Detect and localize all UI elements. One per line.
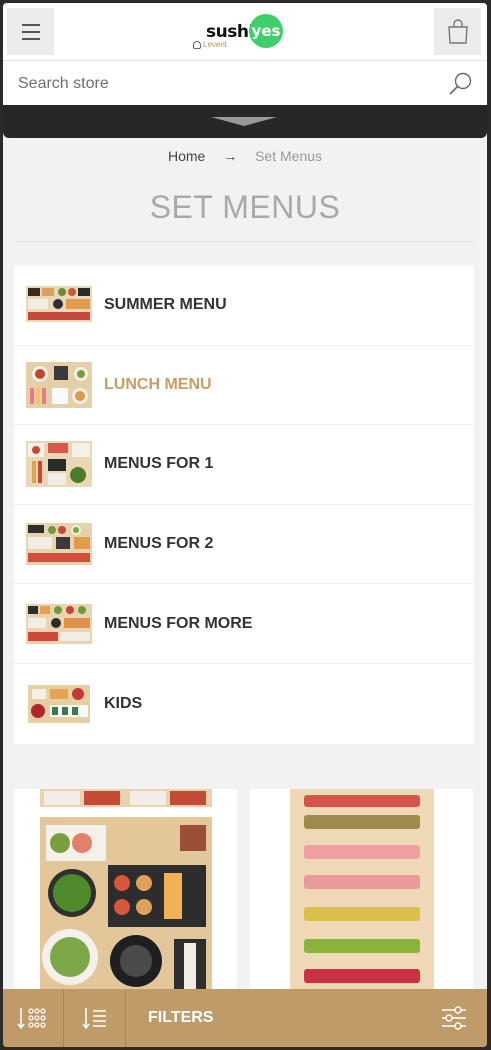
category-item-menus-for-1[interactable]: MENUS FOR 1 (14, 425, 474, 505)
logo[interactable]: sushi yes Levent (193, 14, 293, 52)
product-image (14, 789, 237, 1009)
sort-grid-icon (17, 1008, 46, 1030)
search-bar (3, 60, 487, 106)
category-item-menus-for-more[interactable]: MENUS FOR MORE (14, 584, 474, 664)
category-item-lunch-menu[interactable]: LUNCH MENU (14, 346, 474, 426)
kids-thumbnail (28, 684, 90, 723)
category-label: MENUS FOR 1 (104, 455, 214, 473)
breadcrumb: Home → Set Menus (3, 148, 487, 164)
breadcrumb-home-link[interactable]: Home (168, 148, 205, 164)
person-icon (193, 40, 201, 49)
product-card[interactable] (250, 789, 473, 1009)
category-label: SUMMER MENU (104, 296, 227, 314)
logo-badge: yes (249, 14, 283, 48)
arrow-right-icon: → (223, 148, 238, 164)
filters-button[interactable]: FILTERS (148, 989, 213, 1047)
search-input[interactable] (18, 61, 438, 106)
page-title: SET MENUS (149, 189, 341, 225)
logo-text: sushi (206, 22, 254, 42)
lunch-menu-thumbnail (26, 361, 92, 408)
category-label: MENUS FOR MORE (104, 614, 253, 632)
summer-menu-thumbnail (26, 286, 92, 323)
product-card[interactable] (14, 789, 237, 1009)
branch-name: Levent (203, 40, 228, 49)
sort-button[interactable] (64, 989, 126, 1047)
hamburger-menu-button[interactable] (7, 8, 54, 55)
category-list: SUMMER MENU LUNCH MENU MENUS FOR 1 MENUS… (14, 266, 474, 744)
collapsible-panel (3, 105, 487, 138)
view-mode-button[interactable] (3, 989, 64, 1047)
shopping-bag-icon (447, 18, 468, 44)
divider (15, 241, 475, 242)
menus-for-1-thumbnail (26, 441, 92, 488)
app-frame: sushi yes Levent Home → Set Menus SET ME… (3, 3, 487, 1047)
category-label: MENUS FOR 2 (104, 535, 214, 553)
header: sushi yes Levent (3, 3, 487, 60)
bottom-toolbar: FILTERS (3, 989, 487, 1047)
branch-label: Levent (193, 40, 227, 49)
product-image (250, 789, 473, 1009)
sort-list-icon (81, 1008, 106, 1030)
hamburger-icon (21, 23, 40, 26)
category-label: KIDS (104, 694, 143, 712)
menus-for-more-thumbnail (26, 603, 92, 644)
category-item-kids[interactable]: KIDS (14, 664, 474, 744)
chevron-down-icon[interactable] (211, 117, 277, 126)
search-icon[interactable] (448, 71, 474, 97)
menus-for-2-thumbnail (26, 523, 92, 566)
category-item-menus-for-2[interactable]: MENUS FOR 2 (14, 505, 474, 585)
cart-button[interactable] (434, 8, 481, 55)
filter-sliders-icon[interactable] (441, 1006, 467, 1030)
category-label: LUNCH MENU (104, 375, 212, 393)
breadcrumb-current: Set Menus (255, 148, 323, 164)
category-item-summer-menu[interactable]: SUMMER MENU (14, 266, 474, 346)
